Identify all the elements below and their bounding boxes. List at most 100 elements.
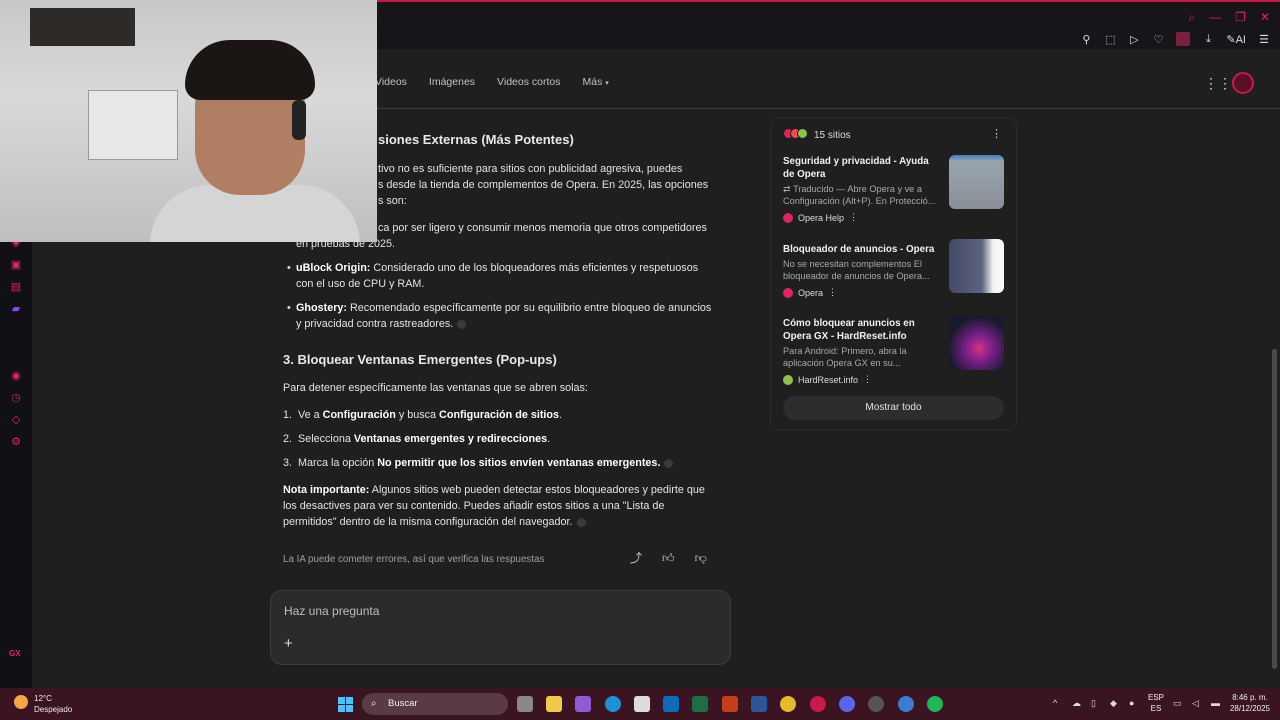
- gx-label[interactable]: GX: [9, 649, 21, 658]
- network-icon[interactable]: ▭: [1173, 698, 1183, 708]
- bullet: •: [287, 302, 291, 314]
- ask-input[interactable]: Haz una pregunta: [284, 604, 379, 618]
- source-card[interactable]: Seguridad y privacidad - Ayuda de Opera …: [783, 155, 1008, 223]
- app-tray-icon[interactable]: ●: [1129, 698, 1139, 708]
- clock[interactable]: 8:46 p. m. 28/12/2025: [1230, 692, 1270, 714]
- sources-panel: 15 sitios ⋮ Seguridad y privacidad - Ayu…: [770, 117, 1017, 430]
- more-options-icon[interactable]: ⋮: [863, 374, 872, 385]
- source-link-icon[interactable]: [457, 319, 467, 329]
- search-icon[interactable]: ⌕: [1188, 10, 1195, 25]
- usb-icon[interactable]: ▯: [1091, 698, 1101, 708]
- heart-icon[interactable]: ♡: [1152, 33, 1164, 46]
- task-view-icon[interactable]: [517, 696, 533, 712]
- source-thumbnail[interactable]: [949, 155, 1004, 209]
- weather-icon: [14, 695, 28, 709]
- settings-icon[interactable]: ⚙: [10, 435, 22, 448]
- source-thumbnail[interactable]: [949, 316, 1004, 370]
- edge-icon[interactable]: [605, 696, 621, 712]
- source-link-icon[interactable]: [576, 517, 586, 527]
- app-icon[interactable]: [898, 696, 914, 712]
- taskbar-search[interactable]: ⌕ Buscar: [362, 693, 508, 715]
- account-avatar[interactable]: [1232, 72, 1254, 94]
- sources-header[interactable]: 15 sitios: [783, 128, 851, 142]
- spotify-icon[interactable]: [927, 696, 943, 712]
- battery-icon[interactable]: ▬: [1211, 698, 1221, 708]
- source-title[interactable]: Seguridad y privacidad - Ayuda de Opera: [783, 155, 941, 181]
- window-controls: ⌕ — ❐ ✕: [1188, 10, 1270, 25]
- more-options-icon[interactable]: ⋮: [849, 212, 858, 223]
- list-item-ghostery: Ghostery: Recomendado específicamente po…: [296, 300, 736, 316]
- source-snippet: No se necesitan complementos El bloquead…: [783, 259, 930, 281]
- file-explorer-icon[interactable]: [546, 696, 562, 712]
- close-icon[interactable]: ✕: [1260, 10, 1270, 25]
- maximize-icon[interactable]: ❐: [1235, 10, 1246, 25]
- play-icon[interactable]: ▷: [1128, 33, 1140, 46]
- store-icon[interactable]: [634, 696, 650, 712]
- chevron-up-icon[interactable]: ^: [1053, 698, 1063, 708]
- share-icon[interactable]: ⤴: [630, 550, 642, 566]
- add-attachment-button[interactable]: +: [284, 635, 293, 652]
- tab-more-label: Más: [582, 76, 603, 88]
- snapshot-icon[interactable]: ⬚: [1104, 33, 1116, 46]
- outlook-icon[interactable]: [663, 696, 679, 712]
- onedrive-icon[interactable]: ☁: [1072, 698, 1082, 708]
- excel-icon[interactable]: [692, 696, 708, 712]
- note-line-2: los desactives para ver su contenido. Pu…: [283, 500, 665, 512]
- copilot-icon[interactable]: [575, 696, 591, 712]
- profile-avatar[interactable]: [1176, 32, 1191, 46]
- player-icon[interactable]: ◉: [10, 369, 22, 382]
- word-icon[interactable]: [751, 696, 767, 712]
- ai-button[interactable]: ✎AI: [1226, 33, 1246, 46]
- headset: [292, 100, 306, 140]
- tab-videos[interactable]: Videos: [375, 76, 407, 88]
- section-2-intro-3: s son:: [378, 195, 407, 207]
- chrome-icon[interactable]: [780, 696, 796, 712]
- source-title[interactable]: Cómo bloquear anuncios en Opera GX - Har…: [783, 317, 941, 343]
- more-options-icon[interactable]: ⋮: [828, 287, 837, 298]
- section-2-intro-1: tivo no es suficiente para sitios con pu…: [378, 163, 683, 175]
- app-icon[interactable]: [868, 696, 884, 712]
- bullet: •: [287, 262, 291, 274]
- more-options-icon[interactable]: ⋮: [991, 127, 1002, 140]
- tab-more[interactable]: Más ▾: [582, 76, 608, 88]
- hardreset-icon: [783, 374, 793, 385]
- download-icon[interactable]: ⤓: [1202, 33, 1214, 45]
- powerpoint-icon[interactable]: [722, 696, 738, 712]
- thumbs-up-icon[interactable]: 👍︎: [662, 550, 675, 566]
- history-icon[interactable]: ◷: [10, 391, 22, 404]
- pin-icon[interactable]: ⚲: [1080, 33, 1092, 46]
- tab-short-videos[interactable]: Videos cortos: [497, 76, 560, 88]
- weather-text: Despejado: [34, 705, 73, 714]
- source-snippet: ⇄ Traducido — Abre Opera y ve a Configur…: [783, 184, 936, 206]
- start-button[interactable]: [338, 697, 353, 712]
- minimize-icon[interactable]: —: [1209, 10, 1221, 25]
- sidebar-icon-4[interactable]: ▤: [10, 280, 22, 293]
- weather-widget[interactable]: 12°C Despejado: [14, 693, 72, 715]
- list-item-ublock: uBlock Origin: Considerado uno de los bl…: [296, 260, 726, 276]
- volume-icon[interactable]: ◁: [1192, 698, 1202, 708]
- source-thumbnail[interactable]: [949, 239, 1004, 293]
- twitch-icon[interactable]: ▰: [10, 302, 22, 315]
- thumbs-down-icon[interactable]: 👎︎: [695, 550, 707, 566]
- scrollbar[interactable]: [1272, 349, 1277, 669]
- opera-gx-icon[interactable]: [810, 696, 826, 712]
- bookmark-icon[interactable]: ◇: [10, 413, 22, 426]
- language-indicator[interactable]: ESP ES: [1148, 692, 1164, 714]
- tab-images[interactable]: Imágenes: [429, 76, 475, 88]
- discord-icon[interactable]: [839, 696, 855, 712]
- menu-icon[interactable]: ☰: [1258, 33, 1270, 46]
- source-card[interactable]: Bloqueador de anuncios - Opera No se nec…: [783, 239, 1008, 298]
- ask-box[interactable]: Haz una pregunta +: [270, 590, 731, 665]
- list-item-1-line-1: ca por ser ligero y consumir menos memor…: [378, 222, 707, 234]
- ghostery-text-1: Recomendado específicamente por su equil…: [350, 302, 712, 314]
- source-site: Opera Help ⋮: [783, 212, 1008, 223]
- person-hair: [185, 40, 315, 100]
- source-title[interactable]: Bloqueador de anuncios - Opera: [783, 243, 941, 256]
- source-link-icon[interactable]: [664, 458, 674, 468]
- sidebar-icon-3[interactable]: ▣: [10, 258, 22, 271]
- security-icon[interactable]: ◆: [1110, 698, 1120, 708]
- ghostery-text-2: y privacidad contra rastreadores.: [296, 318, 454, 330]
- search-tabs: Videos Imágenes Videos cortos Más ▾: [375, 76, 609, 88]
- show-all-button[interactable]: Mostrar todo: [783, 396, 1004, 420]
- source-card[interactable]: Cómo bloquear anuncios en Opera GX - Har…: [783, 316, 1008, 385]
